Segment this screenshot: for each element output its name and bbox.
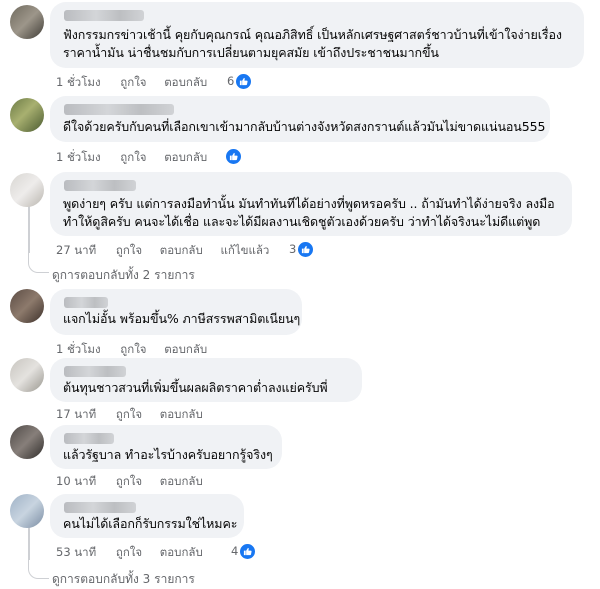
thread-connector <box>28 252 49 273</box>
thread-line <box>28 205 30 253</box>
comment-text: คนไม่ได้เลือกก็รับกรรมใช่ไหมคะ <box>63 516 238 531</box>
view-replies-link[interactable]: ดูการตอบกลับทั้ง 3 รายการ <box>52 570 195 589</box>
reply-link[interactable]: ตอบกลับ <box>160 545 203 559</box>
like-link[interactable]: ถูกใจ <box>120 342 146 356</box>
avatar[interactable] <box>10 5 44 39</box>
reply-link[interactable]: ตอบกลับ <box>164 75 207 89</box>
timestamp[interactable]: 1 ชั่วโมง <box>56 75 101 89</box>
commenter-name[interactable] <box>64 297 108 308</box>
comment-text: ดีใจด้วยครับกับคนที่เลือกเขาเข้ามากลับบ้… <box>63 119 546 134</box>
avatar[interactable] <box>10 494 44 528</box>
comment-meta: 1 ชั่วโมง ถูกใจ ตอบกลับ <box>56 149 207 167</box>
comment-bubble: แจกไม่อั้น พร้อมขึ้น% ภาษีสรรพสามิตเนียน… <box>50 289 302 335</box>
comment-bubble: คนไม่ได้เลือกก็รับกรรมใช่ไหมคะ <box>50 494 244 538</box>
reply-link[interactable]: ตอบกลับ <box>160 407 203 421</box>
comment-meta: 27 นาที ถูกใจ ตอบกลับ แก้ไขแล้ว <box>56 242 269 260</box>
timestamp[interactable]: 53 นาที <box>56 545 96 559</box>
comment-bubble: แล้วรัฐบาล ทำอะไรบ้างครับอยากรู้จริงๆ <box>50 425 282 469</box>
commenter-name[interactable] <box>64 10 144 21</box>
like-link[interactable]: ถูกใจ <box>120 75 146 89</box>
like-thumb-icon <box>298 241 314 257</box>
avatar[interactable] <box>10 425 44 459</box>
comment-bubble: ต้นทุนชาวสวนที่เพิ่มขึ้นผลผลิตราคาต่ำลงแ… <box>50 358 362 402</box>
edited-label[interactable]: แก้ไขแล้ว <box>220 243 269 257</box>
like-link[interactable]: ถูกใจ <box>120 150 146 164</box>
reaction-count[interactable]: 3 <box>289 241 314 257</box>
comment-meta: 17 นาที ถูกใจ ตอบกลับ <box>56 406 203 424</box>
comment-text: แจกไม่อั้น พร้อมขึ้น% ภาษีสรรพสามิตเนียน… <box>63 311 301 326</box>
comment-bubble: ฟังกรรมกรข่าวเช้านี้ คุยกับคุณกรณ์ คุณอภ… <box>50 2 584 68</box>
comment-bubble: ดีใจด้วยครับกับคนที่เลือกเขาเข้ามากลับบ้… <box>50 96 550 142</box>
reaction-count[interactable]: 6 <box>227 73 252 89</box>
commenter-name[interactable] <box>64 366 126 377</box>
view-replies-link[interactable]: ดูการตอบกลับทั้ง 2 รายการ <box>52 266 195 285</box>
comment-meta: 53 นาที ถูกใจ ตอบกลับ <box>56 544 203 562</box>
comment-bubble: พูดง่ายๆ ครับ แต่การลงมือทำนั้น มันทำทัน… <box>50 172 572 236</box>
reaction-icon-button[interactable] <box>226 148 241 164</box>
timestamp[interactable]: 10 นาที <box>56 474 96 488</box>
reply-link[interactable]: ตอบกลับ <box>164 342 207 356</box>
like-link[interactable]: ถูกใจ <box>116 545 142 559</box>
avatar[interactable] <box>10 289 44 323</box>
avatar[interactable] <box>10 173 44 207</box>
comment-meta: 1 ชั่วโมง ถูกใจ ตอบกลับ <box>56 341 207 359</box>
like-link[interactable]: ถูกใจ <box>116 243 142 257</box>
timestamp[interactable]: 17 นาที <box>56 407 96 421</box>
like-link[interactable]: ถูกใจ <box>116 474 142 488</box>
commenter-name[interactable] <box>64 104 174 115</box>
timestamp[interactable]: 27 นาที <box>56 243 96 257</box>
comment-text: ต้นทุนชาวสวนที่เพิ่มขึ้นผลผลิตราคาต่ำลงแ… <box>63 380 328 395</box>
like-thumb-icon <box>240 543 256 559</box>
comment-text: ราคาน้ำมัน น่าชื่นชมกับการเปลี่ยนตามยุคส… <box>63 45 439 60</box>
reply-link[interactable]: ตอบกลับ <box>164 150 207 164</box>
avatar[interactable] <box>10 98 44 132</box>
commenter-name[interactable] <box>64 502 136 513</box>
comment-meta: 10 นาที ถูกใจ ตอบกลับ <box>56 473 203 491</box>
reply-link[interactable]: ตอบกลับ <box>160 474 203 488</box>
thread-connector <box>28 558 49 579</box>
timestamp[interactable]: 1 ชั่วโมง <box>56 342 101 356</box>
comment-meta: 1 ชั่วโมง ถูกใจ ตอบกลับ <box>56 74 207 92</box>
reaction-count[interactable]: 4 <box>231 543 256 559</box>
commenter-name[interactable] <box>64 433 114 444</box>
comment-text: พูดง่ายๆ ครับ แต่การลงมือทำนั้น มันทำทัน… <box>63 196 555 211</box>
like-thumb-icon <box>226 148 241 164</box>
avatar[interactable] <box>10 358 44 392</box>
timestamp[interactable]: 1 ชั่วโมง <box>56 150 101 164</box>
commenter-name[interactable] <box>64 180 136 191</box>
comment-text: ฟังกรรมกรข่าวเช้านี้ คุยกับคุณกรณ์ คุณอภ… <box>63 27 562 42</box>
like-thumb-icon <box>236 73 252 89</box>
comment-text: แล้วรัฐบาล ทำอะไรบ้างครับอยากรู้จริงๆ <box>63 447 273 462</box>
like-link[interactable]: ถูกใจ <box>116 407 142 421</box>
comment-text: ทำให้ดูสิครับ คนจะได้เชื่อ และจะได้มีผลง… <box>63 214 541 229</box>
reply-link[interactable]: ตอบกลับ <box>160 243 203 257</box>
